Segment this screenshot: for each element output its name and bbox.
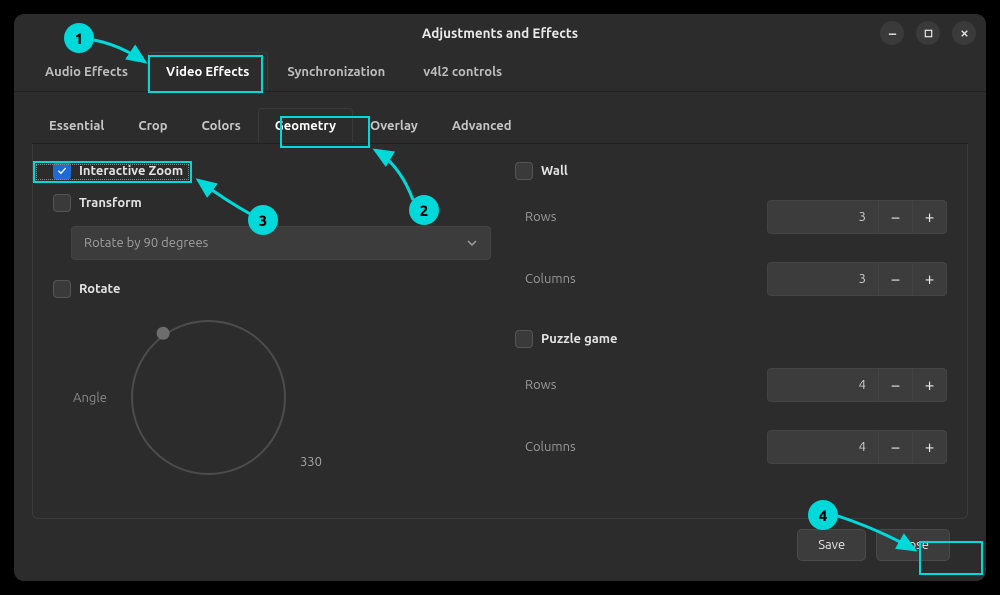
tab-synchronization[interactable]: Synchronization <box>268 52 404 91</box>
rotate-label: Rotate <box>79 282 120 296</box>
wall-cols-minus-button[interactable]: − <box>879 262 913 296</box>
puzzle-cols-input[interactable] <box>767 430 879 464</box>
wall-cols-label: Columns <box>525 272 576 286</box>
transform-checkbox[interactable] <box>53 194 71 212</box>
tab-audio-effects[interactable]: Audio Effects <box>26 52 147 91</box>
transform-label: Transform <box>79 196 142 210</box>
wall-rows-plus-button[interactable]: + <box>913 200 947 234</box>
puzzle-rows-minus-button[interactable]: − <box>879 368 913 402</box>
puzzle-rows-input[interactable] <box>767 368 879 402</box>
puzzle-cols-plus-button[interactable]: + <box>913 430 947 464</box>
angle-dial[interactable] <box>131 320 286 475</box>
wall-rows-input[interactable] <box>767 200 879 234</box>
puzzle-checkbox[interactable] <box>515 330 533 348</box>
subtab-crop[interactable]: Crop <box>121 108 184 143</box>
titlebar: Adjustments and Effects <box>14 14 986 52</box>
minimize-icon[interactable] <box>880 21 904 45</box>
close-button[interactable]: Close <box>876 529 950 561</box>
subtab-advanced[interactable]: Advanced <box>435 108 529 143</box>
subtab-geometry[interactable]: Geometry <box>258 108 353 143</box>
tab-video-effects[interactable]: Video Effects <box>147 52 268 91</box>
transform-dropdown-value: Rotate by 90 degrees <box>84 236 208 250</box>
transform-dropdown[interactable]: Rotate by 90 degrees <box>71 226 491 260</box>
save-button[interactable]: Save <box>797 529 866 561</box>
wall-rows-label: Rows <box>525 210 556 224</box>
wall-cols-input[interactable] <box>767 262 879 296</box>
angle-label: Angle <box>73 391 107 405</box>
subtab-colors[interactable]: Colors <box>185 108 258 143</box>
window-title: Adjustments and Effects <box>422 25 578 41</box>
subtab-bar: Essential Crop Colors Geometry Overlay A… <box>32 108 968 144</box>
close-icon[interactable] <box>952 21 976 45</box>
maximize-icon[interactable] <box>916 21 940 45</box>
interactive-zoom-checkbox[interactable] <box>53 162 71 180</box>
rotate-checkbox[interactable] <box>53 280 71 298</box>
puzzle-label: Puzzle game <box>541 332 618 346</box>
subtab-essential[interactable]: Essential <box>32 108 121 143</box>
wall-label: Wall <box>541 164 568 178</box>
main-tabbar: Audio Effects Video Effects Synchronizat… <box>14 52 986 92</box>
chevron-down-icon <box>466 237 478 249</box>
geometry-panel: Interactive Zoom Transform Rotate by 90 … <box>32 144 968 519</box>
interactive-zoom-label: Interactive Zoom <box>79 164 183 178</box>
wall-cols-plus-button[interactable]: + <box>913 262 947 296</box>
tab-v4l2-controls[interactable]: v4l2 controls <box>404 52 521 91</box>
adjustments-effects-window: Adjustments and Effects Audio Effects Vi… <box>14 14 986 581</box>
puzzle-cols-minus-button[interactable]: − <box>879 430 913 464</box>
wall-checkbox[interactable] <box>515 162 533 180</box>
angle-value: 330 <box>300 455 322 469</box>
puzzle-cols-label: Columns <box>525 440 576 454</box>
wall-rows-minus-button[interactable]: − <box>879 200 913 234</box>
puzzle-rows-plus-button[interactable]: + <box>913 368 947 402</box>
subtab-overlay[interactable]: Overlay <box>353 108 435 143</box>
puzzle-rows-label: Rows <box>525 378 556 392</box>
